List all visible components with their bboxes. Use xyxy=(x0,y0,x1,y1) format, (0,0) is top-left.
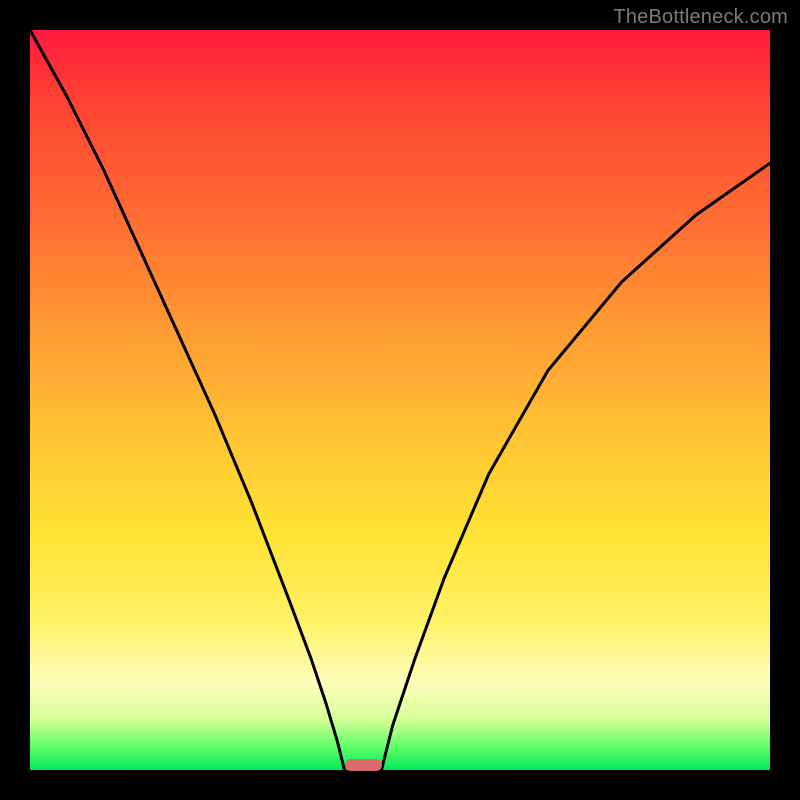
bottleneck-marker xyxy=(345,759,382,771)
right-curve xyxy=(382,163,771,770)
watermark-text: TheBottleneck.com xyxy=(613,6,788,29)
plot-area xyxy=(30,30,770,770)
curve-layer xyxy=(30,30,770,770)
chart-frame: TheBottleneck.com xyxy=(0,0,800,800)
left-curve xyxy=(30,30,345,770)
